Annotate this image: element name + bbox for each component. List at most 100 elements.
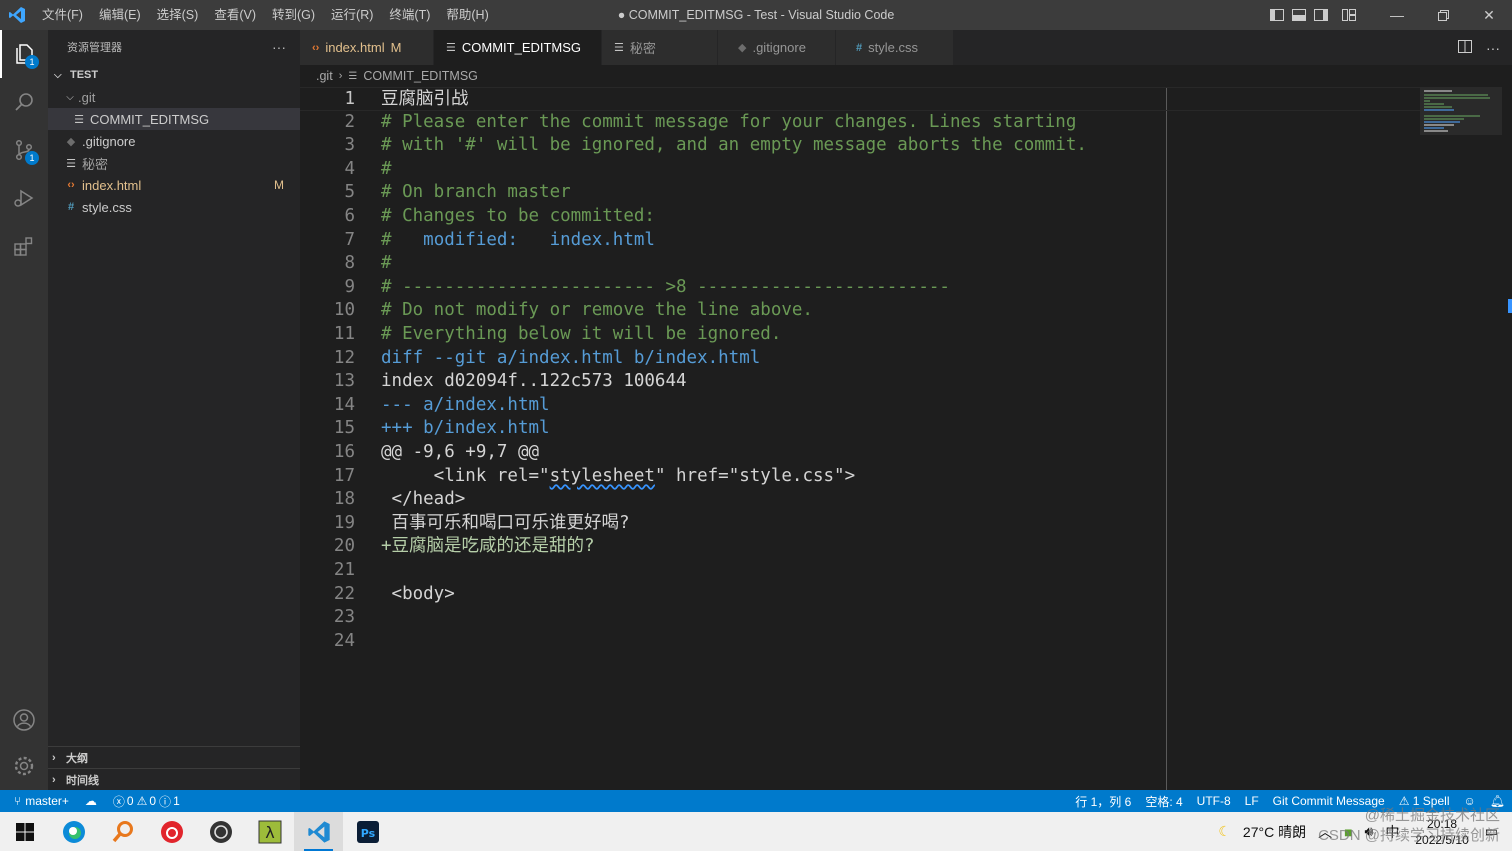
search-icon[interactable] [0, 78, 48, 126]
extensions-icon[interactable] [0, 222, 48, 270]
code-line[interactable]: 22 <body> [300, 583, 1460, 607]
tab-commit-editmsg[interactable]: ☰ COMMIT_EDITMSG [434, 30, 602, 65]
more-actions-button[interactable]: ··· [272, 39, 286, 55]
customize-layout-icon[interactable] [1338, 0, 1360, 30]
menu-help[interactable]: 帮助(H) [438, 0, 496, 30]
code-line[interactable]: 10 # Do not modify or remove the line abo… [300, 299, 1460, 323]
chatgpt-app-icon[interactable] [196, 812, 245, 851]
menu-run[interactable]: 运行(R) [323, 0, 381, 30]
notifications-bell-icon[interactable]: 🔔︎ [1483, 794, 1512, 808]
code-line[interactable]: 23 [300, 606, 1460, 630]
volume-icon[interactable]: 🔊︎ [1359, 823, 1380, 840]
menu-file[interactable]: 文件(F) [34, 0, 91, 30]
end-of-line[interactable]: LF [1238, 794, 1266, 808]
tree-file-index-html[interactable]: ‹› index.html M [48, 174, 300, 196]
menu-view[interactable]: 查看(V) [206, 0, 264, 30]
spell-check-squiggle[interactable]: stylesheet [550, 466, 655, 486]
tab-index-html[interactable]: ‹› index.html M [300, 30, 434, 65]
code-line[interactable]: 7 # modified: index.html [300, 229, 1460, 253]
feedback-icon[interactable]: ☺ [1457, 794, 1483, 808]
run-debug-icon[interactable] [0, 174, 48, 222]
html-file-icon: ‹› [312, 41, 320, 54]
tree-file-commit-editmsg[interactable]: ☰ COMMIT_EDITMSG [48, 108, 300, 130]
code-line[interactable]: 1 豆腐脑引战 [300, 87, 1460, 111]
timeline-section[interactable]: › 时间线 [48, 768, 300, 790]
minimap[interactable] [1420, 87, 1502, 135]
code-line[interactable]: 9 # ------------------------ >8 ---------… [300, 276, 1460, 300]
toggle-primary-sidebar-icon[interactable] [1266, 0, 1288, 30]
line-number: 6 [344, 206, 355, 226]
code-line[interactable]: 15 +++ b/index.html [300, 417, 1460, 441]
toggle-panel-icon[interactable] [1288, 0, 1310, 30]
problems-status[interactable]: ⓧ 0 ⚠ 0 ⓘ 1 [105, 790, 188, 812]
source-control-icon[interactable]: 1 [0, 126, 48, 174]
cursor-position[interactable]: 行 1，列 6 [1068, 793, 1138, 810]
photoshop-icon[interactable]: Ps [343, 812, 392, 851]
notification-center-icon[interactable]: ▭ [1479, 823, 1504, 840]
code-line[interactable]: 24 [300, 630, 1460, 654]
weather-moon-icon[interactable]: ☾ [1212, 823, 1237, 840]
menu-selection[interactable]: 选择(S) [149, 0, 207, 30]
code-line[interactable]: 11 # Everything below it will be ignored. [300, 323, 1460, 347]
tree-folder-git[interactable]: ⌵ .git [48, 86, 300, 108]
tab-style-css[interactable]: # style.css [836, 30, 954, 65]
tree-file-gitignore[interactable]: ◆ .gitignore [48, 130, 300, 152]
split-editor-icon[interactable] [1458, 39, 1472, 56]
chevron-right-icon: › [52, 751, 56, 764]
code-line[interactable]: 2 # Please enter the commit message for y… [300, 111, 1460, 135]
code-editor[interactable]: 1 豆腐脑引战 2 # Please enter the commit messag… [300, 87, 1512, 790]
spell-check-status[interactable]: ⚠ 1 Spell [1392, 794, 1457, 808]
tray-app-icon[interactable]: ■ [1338, 824, 1358, 840]
weather-text[interactable]: 27°C 晴朗 [1237, 822, 1312, 842]
tab-label: COMMIT_EDITMSG [461, 40, 582, 55]
edge-browser-icon[interactable] [49, 812, 98, 851]
code-line[interactable]: 18 </head> [300, 488, 1460, 512]
menu-go[interactable]: 转到(G) [264, 0, 323, 30]
search-app-icon[interactable] [98, 812, 147, 851]
breadcrumb-file[interactable]: COMMIT_EDITMSG [363, 69, 478, 83]
code-line[interactable]: 4 # [300, 158, 1460, 182]
line-number: 21 [333, 560, 355, 580]
code-line[interactable]: 19 百事可乐和喝口可乐谁更好喝? [300, 512, 1460, 536]
code-line[interactable]: 13 index d02094f..122c573 100644 [300, 370, 1460, 394]
code-line[interactable]: 21 [300, 559, 1460, 583]
windows-start-icon[interactable] [0, 812, 49, 851]
code-line[interactable]: 8 # [300, 252, 1460, 276]
close-window-button[interactable]: ✕ [1466, 0, 1512, 30]
ime-indicator[interactable]: 中 [1379, 822, 1405, 842]
minimize-button[interactable]: — [1374, 0, 1420, 30]
language-mode[interactable]: Git Commit Message [1266, 794, 1392, 808]
code-line[interactable]: 6 # Changes to be committed: [300, 205, 1460, 229]
branch-status[interactable]: ⑂ master+ [0, 790, 77, 812]
code-line[interactable]: 5 # On branch master [300, 181, 1460, 205]
accounts-icon[interactable] [0, 696, 48, 744]
more-actions-icon[interactable]: ··· [1486, 40, 1500, 56]
settings-gear-icon[interactable] [0, 742, 48, 790]
breadcrumb-folder[interactable]: .git [316, 69, 333, 83]
code-line[interactable]: 12 diff --git a/index.html b/index.html [300, 347, 1460, 371]
outline-section[interactable]: › 大纲 [48, 746, 300, 768]
explorer-icon[interactable]: 1 [0, 30, 48, 78]
code-line[interactable]: 20 +豆腐脑是吃咸的还是甜的? [300, 535, 1460, 559]
code-line[interactable]: 16 @@ -9,6 +9,7 @@ [300, 441, 1460, 465]
code-line[interactable]: 3 # with '#' will be ignored, and an empt… [300, 134, 1460, 158]
vscode-taskbar-icon[interactable] [294, 812, 343, 851]
restore-button[interactable] [1420, 0, 1466, 30]
menu-edit[interactable]: 编辑(E) [91, 0, 149, 30]
tray-chevron-up-icon[interactable]: ︿ [1312, 822, 1338, 842]
workspace-section[interactable]: ⌵ TEST [48, 64, 300, 86]
encoding[interactable]: UTF-8 [1190, 794, 1238, 808]
menu-terminal[interactable]: 终端(T) [381, 0, 438, 30]
indentation[interactable]: 空格: 4 [1138, 793, 1189, 810]
sync-status[interactable]: ☁ [77, 790, 105, 812]
tree-file-style-css[interactable]: # style.css [48, 196, 300, 218]
code-line[interactable]: 14 --- a/index.html [300, 394, 1460, 418]
netease-music-icon[interactable] [147, 812, 196, 851]
tree-file-secret[interactable]: ☰ 秘密 [48, 152, 300, 174]
lambda-app-icon[interactable]: λ [245, 812, 294, 851]
tab-secret[interactable]: ☰ 秘密 [602, 30, 718, 65]
tab-gitignore[interactable]: ◆ .gitignore [718, 30, 836, 65]
toggle-secondary-sidebar-icon[interactable] [1310, 0, 1332, 30]
code-line[interactable]: 17 <link rel="stylesheet" href="style.cs… [300, 465, 1460, 489]
system-clock[interactable]: 20:18 2022/5/10 [1405, 816, 1478, 848]
